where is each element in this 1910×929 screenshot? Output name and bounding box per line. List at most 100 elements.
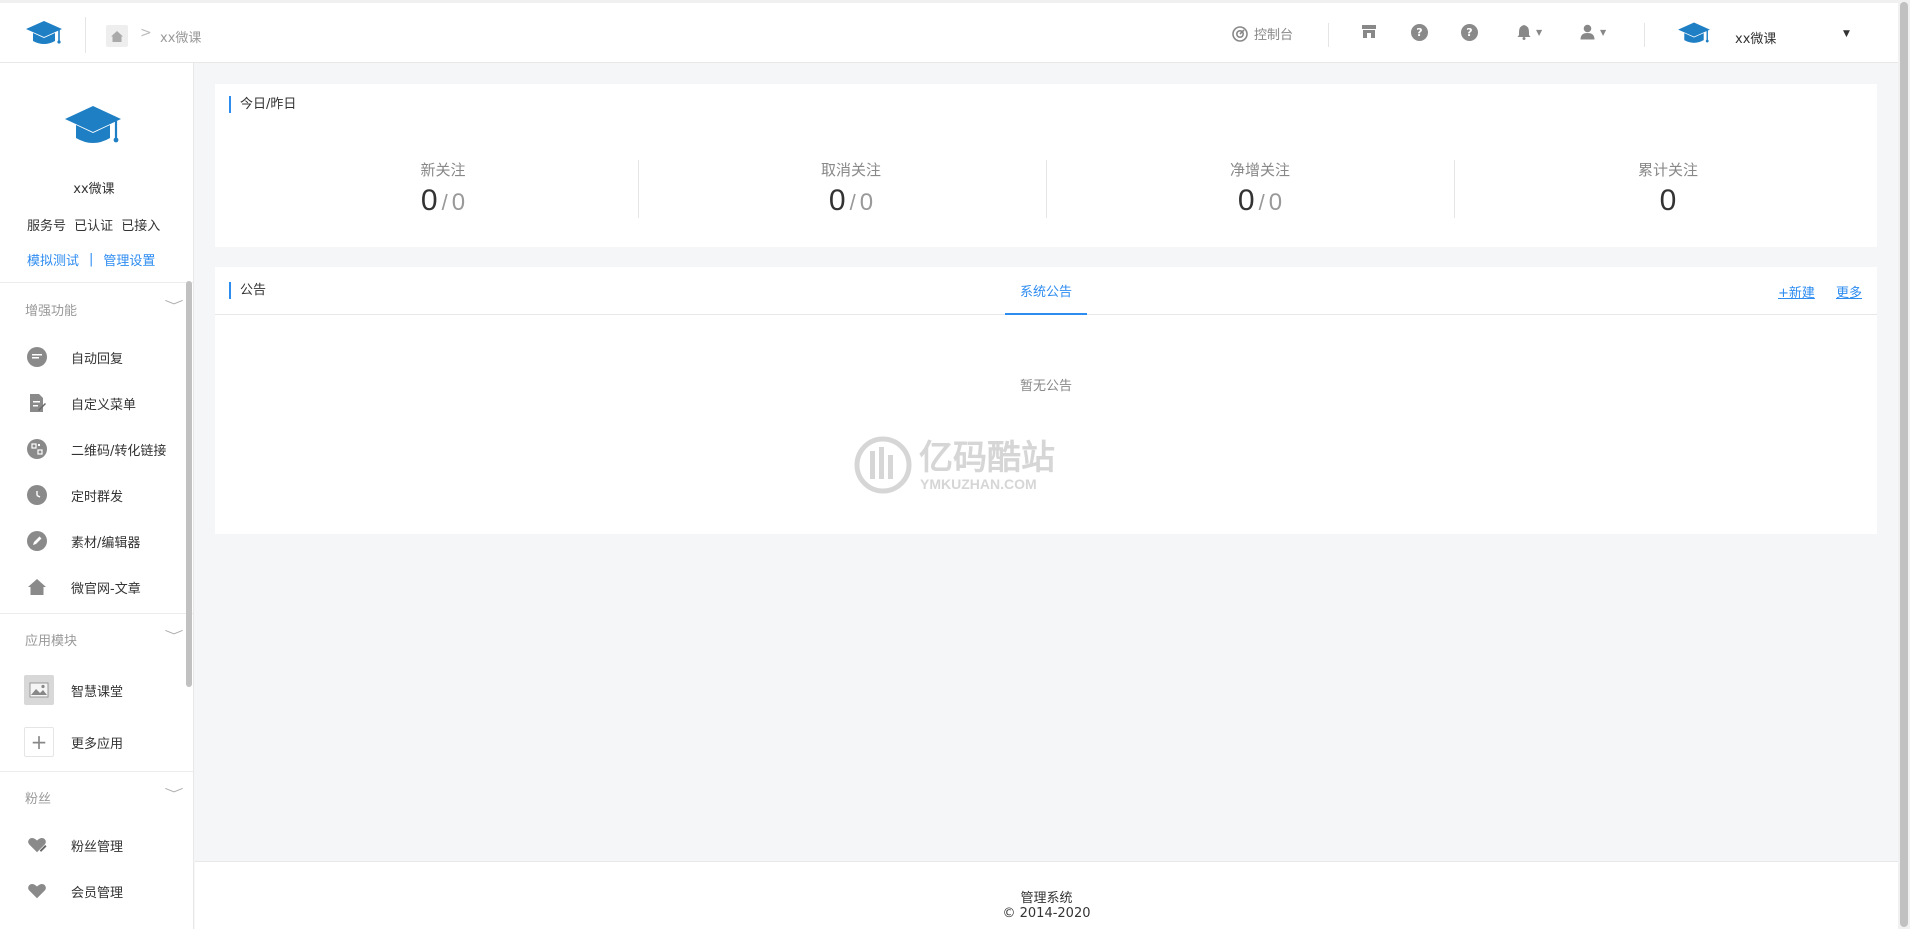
sidebar-item-fans-manage[interactable]: 粉丝管理 bbox=[0, 825, 188, 865]
sidebar-item-label: 会员管理 bbox=[71, 885, 124, 901]
sidebar-item-member-manage[interactable]: 会员管理 bbox=[0, 871, 188, 911]
stats-title: 今日/昨日 bbox=[229, 96, 296, 113]
home-icon bbox=[27, 577, 47, 597]
stat-label: 累计关注 bbox=[1637, 161, 1698, 179]
breadcrumb-home-icon[interactable] bbox=[106, 25, 128, 47]
breadcrumb-current[interactable]: xx微课 bbox=[160, 27, 201, 46]
stat-label: 新关注 bbox=[420, 161, 466, 179]
stat-label: 取消关注 bbox=[820, 161, 881, 179]
stat-net-follow: 净增关注 0/0 bbox=[1056, 159, 1464, 218]
new-notice-button[interactable]: +新建 bbox=[1778, 282, 1815, 301]
plus-icon: + bbox=[24, 727, 54, 757]
top-bar: > xx微课 控制台 ? ? ▼ ▼ xx微课 ▼ bbox=[0, 0, 1898, 63]
sidebar-item-qrcode[interactable]: 二维码/转化链接 bbox=[0, 429, 188, 469]
help-button-2[interactable]: ? bbox=[1461, 24, 1478, 41]
sidebar-item-label: 智慧课堂 bbox=[71, 684, 124, 700]
stat-value: 0/0 bbox=[420, 184, 466, 217]
watermark: 亿码酷站 YMKUZHAN.COM bbox=[853, 433, 1063, 497]
image-icon bbox=[24, 675, 54, 705]
top-separator bbox=[1644, 23, 1645, 47]
store-button[interactable] bbox=[1361, 24, 1377, 39]
question-icon: ? bbox=[1411, 24, 1428, 41]
chat-icon bbox=[27, 347, 47, 367]
graduation-cap-logo-icon bbox=[65, 106, 121, 143]
user-dropdown[interactable]: ▼ bbox=[1580, 24, 1606, 40]
notification-dropdown[interactable]: ▼ bbox=[1517, 24, 1542, 40]
sidebar-item-micro-site[interactable]: 微官网-文章 bbox=[0, 567, 188, 607]
stat-value: 0/0 bbox=[828, 184, 874, 217]
console-label: 控制台 bbox=[1254, 28, 1294, 43]
breadcrumb-separator: > bbox=[140, 25, 152, 41]
caret-down-icon[interactable]: ▼ bbox=[1843, 29, 1850, 39]
simulate-test-link[interactable]: 模拟测试 bbox=[27, 250, 79, 269]
page-scrollbar[interactable] bbox=[1898, 0, 1910, 929]
stat-divider bbox=[638, 160, 639, 218]
tab-active-indicator bbox=[1005, 313, 1087, 315]
sidebar-scrollbar[interactable] bbox=[186, 281, 192, 687]
sidebar: xx微课 服务号 已认证 已接入 模拟测试 | 管理设置 增强功能 ﹀ 自动回复… bbox=[0, 63, 194, 929]
section-enhance[interactable]: 增强功能 bbox=[25, 300, 77, 319]
stat-today: 0 bbox=[420, 184, 438, 217]
stat-unfollow: 取消关注 0/0 bbox=[647, 159, 1055, 218]
sidebar-item-label: 微官网-文章 bbox=[71, 581, 141, 597]
chevron-down-icon[interactable]: ﹀ bbox=[164, 785, 183, 802]
console-link[interactable]: 控制台 bbox=[1232, 24, 1293, 43]
sidebar-account-name: xx微课 bbox=[73, 182, 115, 197]
stat-today: 0 bbox=[828, 184, 846, 217]
caret-down-icon: ▼ bbox=[1536, 27, 1543, 37]
sidebar-account-links: 模拟测试 | 管理设置 bbox=[27, 250, 155, 269]
manage-settings-link[interactable]: 管理设置 bbox=[103, 250, 155, 269]
sidebar-item-auto-reply[interactable]: 自动回复 bbox=[0, 337, 188, 377]
stat-divider bbox=[1454, 160, 1455, 218]
stat-yesterday: 0 bbox=[859, 189, 874, 216]
account-avatar-icon[interactable] bbox=[1676, 19, 1712, 49]
tab-system-notice[interactable]: 系统公告 bbox=[1005, 281, 1087, 300]
footer-title: 管理系统 bbox=[1020, 891, 1073, 906]
watermark-cn: 亿码酷站 bbox=[919, 438, 1055, 478]
sidebar-item-label: 更多应用 bbox=[71, 736, 124, 752]
sidebar-item-scheduled-send[interactable]: 定时群发 bbox=[0, 475, 188, 515]
caret-down-icon: ▼ bbox=[1600, 27, 1607, 37]
section-fans[interactable]: 粉丝 bbox=[25, 788, 51, 807]
sidebar-item-material-editor[interactable]: 素材/编辑器 bbox=[0, 521, 188, 561]
stat-value: 0/0 bbox=[1237, 184, 1283, 217]
stat-total-follow: 累计关注 0 bbox=[1464, 159, 1872, 218]
notice-title: 公告 bbox=[229, 282, 266, 299]
watermark-logo-icon: 亿码酷站 YMKUZHAN.COM bbox=[854, 436, 1055, 494]
heart-edit-icon bbox=[27, 835, 47, 855]
section-apps[interactable]: 应用模块 bbox=[25, 630, 77, 649]
sidebar-item-custom-menu[interactable]: 自定义菜单 bbox=[0, 383, 188, 423]
chevron-down-icon[interactable]: ﹀ bbox=[164, 297, 183, 314]
heart-icon bbox=[27, 881, 47, 901]
footer: 管理系统 © 2014-2020 bbox=[195, 861, 1898, 929]
sidebar-divider bbox=[0, 771, 193, 772]
notice-empty-text: 暂无公告 bbox=[1019, 379, 1072, 394]
sidebar-item-smart-class[interactable]: 智慧课堂 bbox=[0, 670, 188, 710]
account-switcher[interactable]: xx微课 bbox=[1735, 28, 1776, 47]
stat-divider bbox=[1046, 160, 1047, 218]
store-icon bbox=[1362, 25, 1376, 38]
pencil-icon bbox=[27, 531, 47, 551]
user-icon bbox=[1580, 24, 1595, 40]
sidebar-item-label: 定时群发 bbox=[71, 489, 124, 505]
stat-value: 0 bbox=[1464, 184, 1872, 218]
sidebar-item-more-apps[interactable]: + 更多应用 bbox=[0, 722, 188, 762]
footer-copyright: © 2014-2020 bbox=[1002, 906, 1091, 921]
sidebar-item-label: 二维码/转化链接 bbox=[71, 443, 167, 459]
graduation-cap-logo-icon[interactable] bbox=[24, 17, 64, 51]
link-separator: | bbox=[89, 252, 94, 267]
sidebar-divider bbox=[0, 282, 193, 283]
sidebar-item-label: 粉丝管理 bbox=[71, 839, 124, 855]
help-button[interactable]: ? bbox=[1411, 24, 1428, 41]
question-icon: ? bbox=[1461, 24, 1478, 41]
sidebar-item-label: 自动回复 bbox=[71, 351, 124, 367]
stat-new-follow: 新关注 0/0 bbox=[239, 159, 647, 218]
more-notice-link[interactable]: 更多 bbox=[1836, 282, 1862, 301]
sidebar-item-label: 素材/编辑器 bbox=[71, 535, 141, 551]
bell-icon bbox=[1517, 25, 1531, 40]
sidebar-divider bbox=[0, 613, 193, 614]
chevron-down-icon[interactable]: ﹀ bbox=[164, 627, 183, 644]
page-scrollbar-thumb[interactable] bbox=[1900, 2, 1908, 927]
stat-yesterday: 0 bbox=[1268, 189, 1283, 216]
clock-icon bbox=[27, 485, 47, 505]
